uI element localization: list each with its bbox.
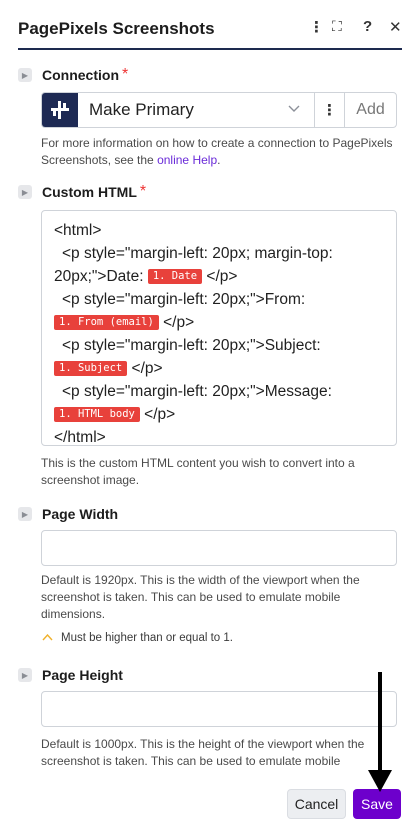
- code-line: <html>: [54, 222, 102, 239]
- page-height-label: Page Height: [42, 667, 123, 683]
- help-icon[interactable]: ?: [363, 18, 372, 35]
- more-options-icon[interactable]: ⋮: [309, 18, 324, 36]
- chevron-right-icon[interactable]: ▶: [18, 185, 32, 199]
- code-line: </html>: [54, 429, 106, 446]
- connection-help-text: For more information on how to create a …: [41, 136, 393, 167]
- mapped-value-pill[interactable]: 1. Date: [147, 269, 203, 284]
- mapped-value-pill[interactable]: 1. Subject: [54, 361, 128, 376]
- chevron-down-icon: [288, 102, 300, 116]
- close-icon[interactable]: ✕: [389, 18, 402, 36]
- required-marker: *: [122, 66, 129, 83]
- required-marker: *: [139, 183, 147, 200]
- custom-html-section-header: ▶ Custom HTML *: [18, 182, 146, 202]
- code-line: <p style="margin-left: 20px;">From:: [62, 291, 306, 308]
- page-width-section-header: ▶ Page Width: [18, 504, 118, 524]
- code-line: <p style="margin-left: 20px;">Subject:: [62, 337, 321, 354]
- add-connection-button[interactable]: Add: [344, 93, 396, 127]
- pagepixels-logo-icon: [42, 93, 78, 127]
- connection-label: Connection: [42, 67, 119, 83]
- dialog-footer: Cancel Save: [0, 772, 420, 837]
- mapped-value-pill[interactable]: 1. From (email): [54, 315, 159, 330]
- code-line: <p style="margin-left: 20px;">Message:: [62, 383, 332, 400]
- chevron-right-icon[interactable]: ▶: [18, 68, 32, 82]
- page-height-input[interactable]: [41, 691, 397, 727]
- page-width-help-text: Default is 1920px. This is the width of …: [41, 573, 360, 621]
- cancel-button[interactable]: Cancel: [287, 789, 346, 819]
- connection-picker: Make Primary ⋮ Add: [41, 92, 397, 128]
- dialog-header: PagePixels Screenshots ⋮ ⛶ ? ✕: [0, 0, 420, 50]
- expand-icon[interactable]: ⛶: [332, 18, 342, 35]
- connection-more-button[interactable]: ⋮: [314, 93, 344, 127]
- custom-html-help-text: This is the custom HTML content you wish…: [41, 456, 355, 487]
- chevron-right-icon[interactable]: ▶: [18, 507, 32, 521]
- dialog-title: PagePixels Screenshots: [18, 19, 215, 38]
- code-line: 1. From (email) </p>: [54, 311, 386, 334]
- warning-chevron-icon: [42, 633, 53, 644]
- code-line: <p style="margin-left: 20px; margin-top:: [62, 245, 333, 262]
- code-line: 1. HTML body </p>: [54, 403, 386, 426]
- mapped-value-pill[interactable]: 1. HTML body: [54, 407, 140, 422]
- page-height-help-text: Default is 1000px. This is the height of…: [41, 737, 365, 772]
- connection-select[interactable]: Make Primary: [78, 93, 314, 127]
- code-line: 1. Subject </p>: [54, 357, 386, 380]
- page-width-warning: Must be higher than or equal to 1.: [42, 632, 233, 644]
- form-scroll-area[interactable]: ▶ Connection * Make Primary ⋮ Add For mo…: [0, 50, 420, 772]
- online-help-link[interactable]: online Help: [157, 153, 217, 167]
- annotation-arrow-head: [368, 770, 392, 792]
- custom-html-editor[interactable]: <html> <p style="margin-left: 20px; marg…: [41, 210, 397, 446]
- chevron-right-icon[interactable]: ▶: [18, 668, 32, 682]
- annotation-arrow-shaft: [378, 672, 382, 774]
- code-line: 20px;">Date: 1. Date </p>: [54, 268, 238, 285]
- connection-section-header: ▶ Connection *: [18, 65, 128, 85]
- page-width-label: Page Width: [42, 506, 119, 522]
- page-width-input[interactable]: [41, 530, 397, 566]
- connection-selected-value: Make Primary: [89, 100, 194, 119]
- custom-html-label: Custom HTML: [42, 184, 137, 200]
- save-button[interactable]: Save: [353, 789, 401, 819]
- page-height-section-header: ▶ Page Height: [18, 665, 123, 685]
